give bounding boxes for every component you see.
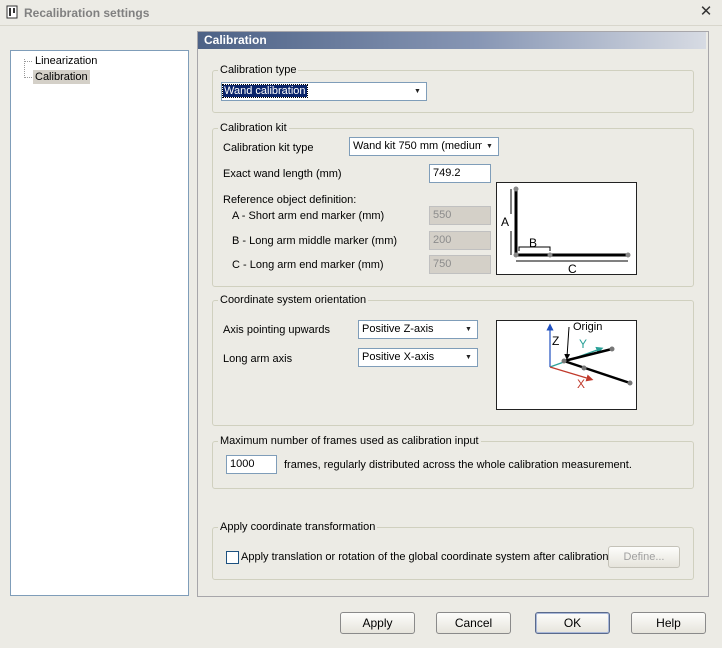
axis-upwards-select[interactable]: Positive Z-axis ▼ bbox=[358, 320, 478, 339]
cancel-button[interactable]: Cancel bbox=[436, 612, 511, 634]
diagram-label-y: Y bbox=[579, 337, 588, 351]
short-arm-label: A - Short arm end marker (mm) bbox=[232, 210, 385, 222]
chevron-down-icon[interactable]: ▼ bbox=[461, 350, 476, 365]
ok-button[interactable]: OK bbox=[535, 612, 610, 634]
close-icon[interactable]: ✕ bbox=[697, 3, 715, 21]
long-arm-axis-select[interactable]: Positive X-axis ▼ bbox=[358, 348, 478, 367]
chevron-down-icon[interactable]: ▼ bbox=[410, 84, 425, 99]
calibration-type-value: Wand calibration bbox=[222, 84, 308, 98]
chevron-down-icon[interactable]: ▼ bbox=[461, 322, 476, 337]
long-arm-middle-label: B - Long arm middle marker (mm) bbox=[232, 235, 398, 247]
kit-type-value: Wand kit 750 mm (medium) bbox=[353, 140, 488, 152]
diagram-label-x: X bbox=[577, 377, 586, 391]
axis-upwards-value: Positive Z-axis bbox=[362, 323, 434, 335]
window-title: Recalibration settings bbox=[24, 6, 150, 20]
transform-checkbox-label[interactable]: Apply translation or rotation of the glo… bbox=[241, 551, 608, 563]
title-bar: Recalibration settings ✕ bbox=[0, 0, 722, 26]
wand-length-label: Exact wand length (mm) bbox=[223, 168, 342, 180]
transform-legend: Apply coordinate transformation bbox=[220, 521, 376, 533]
define-button: Define... bbox=[608, 546, 680, 568]
frames-legend: Maximum number of frames used as calibra… bbox=[220, 435, 479, 447]
panel-header: Calibration bbox=[198, 32, 706, 49]
long-arm-end-label: C - Long arm end marker (mm) bbox=[232, 259, 384, 271]
kit-type-label: Calibration kit type bbox=[223, 142, 314, 154]
chevron-down-icon[interactable]: ▼ bbox=[482, 139, 497, 154]
wand-length-field[interactable]: 749.2 bbox=[429, 164, 491, 183]
diagram-label-origin: Origin bbox=[573, 321, 603, 333]
long-arm-middle-field: 200 bbox=[429, 231, 491, 250]
long-arm-end-field: 750 bbox=[429, 255, 491, 274]
diagram-label-z: Z bbox=[552, 334, 560, 348]
apply-button[interactable]: Apply bbox=[340, 612, 415, 634]
app-icon bbox=[6, 5, 18, 19]
axes-diagram: Origin Z Y X bbox=[496, 320, 637, 410]
wand-diagram: A B C bbox=[496, 182, 637, 276]
axis-upwards-label: Axis pointing upwards bbox=[223, 324, 331, 336]
wand-diagram-graphic bbox=[510, 186, 631, 262]
axes-diagram-graphic bbox=[546, 323, 633, 386]
diagram-label-b: B bbox=[529, 236, 538, 250]
tree-item-linearization[interactable]: Linearization bbox=[33, 54, 99, 68]
kit-type-select[interactable]: Wand kit 750 mm (medium) ▼ bbox=[349, 137, 499, 156]
calibration-kit-legend: Calibration kit bbox=[220, 122, 287, 134]
settings-tree: Linearization Calibration bbox=[10, 50, 189, 596]
tree-item-calibration[interactable]: Calibration bbox=[33, 70, 90, 84]
calibration-type-select[interactable]: Wand calibration ▼ bbox=[221, 82, 427, 101]
calibration-type-legend: Calibration type bbox=[220, 64, 297, 76]
short-arm-field: 550 bbox=[429, 206, 491, 225]
max-frames-field[interactable]: 1000 bbox=[226, 455, 277, 474]
transform-checkbox[interactable] bbox=[226, 551, 239, 564]
frames-suffix: frames, regularly distributed across the… bbox=[284, 459, 632, 471]
long-arm-axis-value: Positive X-axis bbox=[362, 351, 435, 363]
reference-object-heading: Reference object definition: bbox=[223, 194, 357, 206]
diagram-label-a: A bbox=[501, 215, 510, 229]
orientation-legend: Coordinate system orientation bbox=[220, 294, 367, 306]
diagram-label-c: C bbox=[568, 262, 577, 276]
help-button[interactable]: Help bbox=[631, 612, 706, 634]
long-arm-axis-label: Long arm axis bbox=[223, 353, 293, 365]
tree-line bbox=[24, 77, 32, 78]
tree-line bbox=[24, 61, 32, 62]
